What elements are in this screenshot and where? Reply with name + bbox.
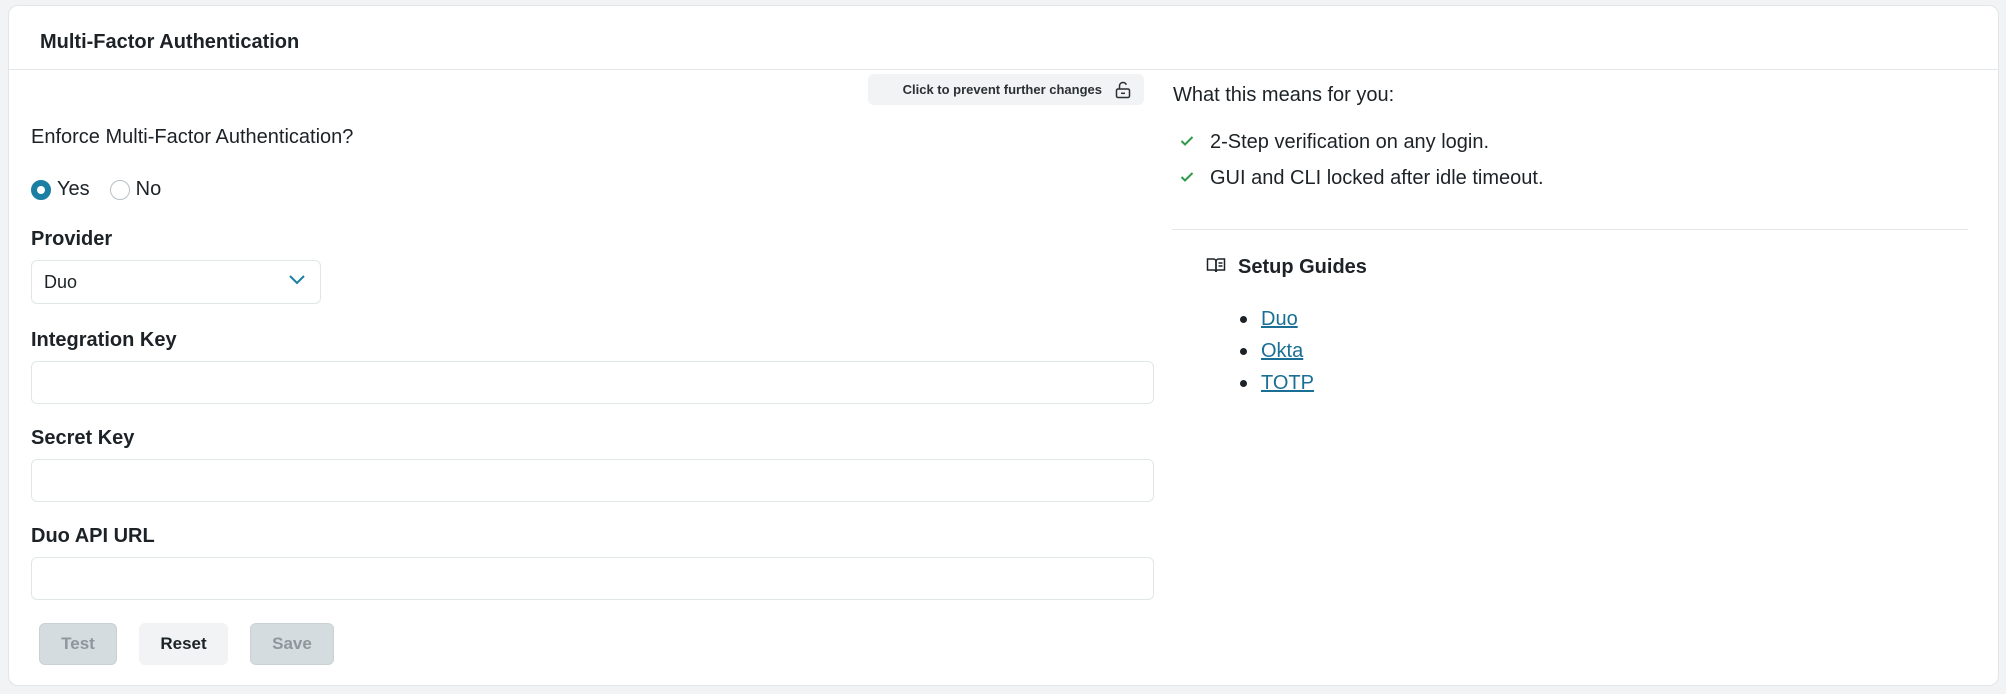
bullet — [1240, 348, 1247, 355]
provider-label: Provider — [31, 228, 113, 250]
secret-key-input[interactable] — [31, 459, 1154, 502]
check-icon — [1180, 134, 1194, 152]
save-button[interactable]: Save — [250, 623, 334, 665]
provider-select[interactable]: Duo — [31, 260, 321, 304]
check-icon — [1180, 170, 1194, 188]
bullet — [1240, 316, 1247, 323]
bullet — [1240, 380, 1247, 387]
radio-no-indicator[interactable] — [109, 179, 130, 200]
book-icon — [1206, 256, 1226, 279]
integration-key-label: Integration Key — [31, 329, 177, 351]
radio-yes[interactable]: Yes — [31, 178, 90, 201]
page-title: Multi-Factor Authentication — [40, 31, 300, 53]
info-title: What this means for you: — [1173, 84, 1395, 106]
lock-settings-button[interactable]: Click to prevent further changes — [868, 74, 1144, 105]
lock-button-label: Click to prevent further changes — [902, 82, 1102, 97]
reset-button[interactable]: Reset — [139, 623, 228, 665]
guide-link-okta[interactable]: Okta — [1261, 340, 1303, 363]
api-url-label: Duo API URL — [31, 525, 155, 547]
info-item-text: GUI and CLI locked after idle timeout. — [1210, 167, 1544, 189]
radio-no-label: No — [135, 178, 162, 200]
info-item: 2-Step verification on any login. — [1180, 131, 1489, 154]
chevron-down-icon — [288, 273, 320, 291]
integration-key-input[interactable] — [31, 361, 1154, 404]
test-button[interactable]: Test — [39, 623, 117, 665]
unlock-icon — [1114, 81, 1132, 99]
radio-yes-indicator[interactable] — [31, 179, 51, 200]
section-divider — [1172, 229, 1968, 230]
guide-link-totp[interactable]: TOTP — [1261, 372, 1314, 395]
setup-guides-heading: Setup Guides — [1206, 256, 1367, 279]
api-url-input[interactable] — [31, 557, 1154, 600]
radio-no[interactable]: No — [109, 178, 162, 201]
enforce-radio-group: Yes No — [31, 178, 181, 201]
info-item: GUI and CLI locked after idle timeout. — [1180, 167, 1544, 190]
guide-list-item: Duo — [1240, 308, 1298, 331]
secret-key-label: Secret Key — [31, 427, 135, 449]
info-item-text: 2-Step verification on any login. — [1210, 131, 1490, 153]
guide-link-duo[interactable]: Duo — [1261, 308, 1298, 331]
setup-guides-title: Setup Guides — [1238, 256, 1367, 278]
guide-list-item: TOTP — [1240, 372, 1314, 395]
provider-select-value: Duo — [44, 271, 78, 292]
guide-list-item: Okta — [1240, 340, 1303, 363]
radio-yes-label: Yes — [57, 178, 90, 200]
card-header: Multi-Factor Authentication — [9, 6, 1998, 70]
enforce-question: Enforce Multi-Factor Authentication? — [31, 126, 354, 148]
